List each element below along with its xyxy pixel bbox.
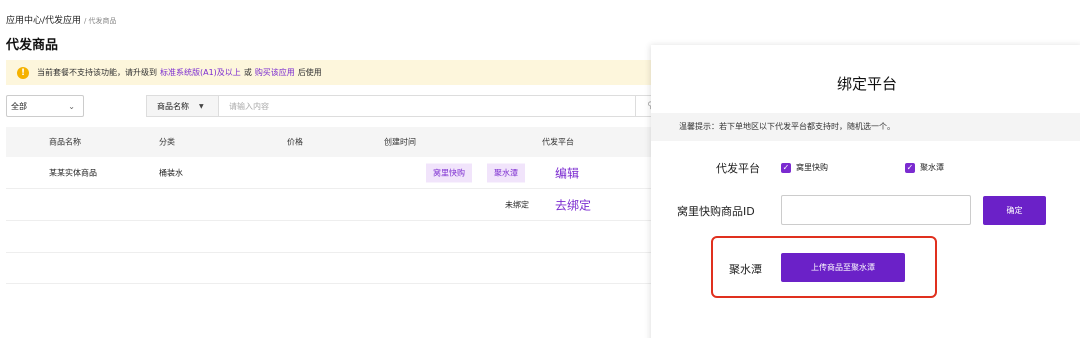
table-header: 商品名称 分类 价格 创建时间 代发平台 — [6, 127, 666, 157]
page-title: 代发商品 — [6, 38, 59, 53]
upgrade-plan-link[interactable]: 标准系统版(A1)及以上 — [160, 67, 241, 78]
warning-icon: ! — [17, 66, 29, 79]
product-id-input[interactable] — [781, 195, 971, 225]
category-filter-select[interactable]: 全部 ⌄ — [6, 95, 84, 117]
col-header-created: 创建时间 — [384, 137, 416, 147]
breadcrumb-current: / 代发商品 — [83, 17, 117, 25]
upload-to-jushuitan-button[interactable]: 上传商品至聚水潭 — [781, 253, 905, 282]
jushuitan-label: 聚水潭 — [729, 263, 762, 276]
edit-link[interactable]: 编辑 — [555, 165, 579, 182]
search-field-value: 商品名称 — [157, 101, 189, 111]
bind-link[interactable]: 去绑定 — [555, 197, 591, 214]
bind-platform-dialog: 绑定平台 温馨提示：若下单地区以下代发平台都支持时，随机选一个。 代发平台 ✓ … — [651, 45, 1080, 338]
caret-down-icon: ▼ — [199, 102, 204, 110]
breadcrumb-proxy-apps[interactable]: /代发应用 — [42, 16, 81, 26]
checkbox-label: 聚水潭 — [920, 163, 944, 172]
checkbox-label: 窝里快购 — [796, 163, 828, 172]
search-bar: 商品名称 ▼ 请输入内容 ⚲ — [146, 95, 666, 117]
search-field-select[interactable]: 商品名称 ▼ — [147, 96, 219, 116]
table-row-empty — [6, 222, 666, 253]
col-header-name: 商品名称 — [49, 137, 81, 147]
checkbox-wolikuaigou[interactable]: ✓ 窝里快购 — [781, 162, 828, 173]
notice-text-before: 当前套餐不支持该功能，请升级到 — [37, 68, 157, 77]
notice-text-after: 后使用 — [297, 68, 322, 77]
dialog-title: 绑定平台 — [836, 75, 897, 93]
table-row: 未绑定 去绑定 — [6, 190, 666, 221]
col-header-platform: 代发平台 — [542, 137, 574, 147]
breadcrumb-app-center[interactable]: 应用中心 — [6, 16, 42, 26]
upgrade-notice: ! 当前套餐不支持该功能，请升级到 标准系统版(A1)及以上 或 购买该应用 后… — [6, 60, 686, 85]
table-row-empty — [6, 253, 666, 284]
platform-tag-wolikuaigou: 窝里快购 — [426, 163, 472, 183]
platform-tag-jushuitan: 聚水潭 — [487, 163, 525, 183]
checkmark-icon: ✓ — [781, 162, 791, 173]
col-header-price: 价格 — [287, 137, 303, 147]
product-id-label: 窝里快购商品ID — [677, 205, 755, 218]
product-category: 桶装水 — [159, 168, 183, 178]
platform-label: 代发平台 — [716, 162, 760, 175]
product-name: 某某实体商品 — [49, 168, 97, 178]
notice-text-mid: 或 — [243, 68, 252, 77]
breadcrumb: 应用中心/代发应用 / 代发商品 — [6, 13, 117, 26]
dialog-tip: 温馨提示：若下单地区以下代发平台都支持时，随机选一个。 — [651, 113, 1080, 141]
checkmark-icon: ✓ — [905, 162, 915, 173]
table-row: 某某实体商品 桶装水 窝里快购 聚水潭 编辑 — [6, 158, 666, 189]
category-filter-value: 全部 — [11, 101, 27, 111]
confirm-button[interactable]: 确定 — [983, 196, 1046, 225]
chevron-down-icon: ⌄ — [68, 101, 75, 111]
col-header-category: 分类 — [159, 137, 175, 147]
checkbox-jushuitan[interactable]: ✓ 聚水潭 — [905, 162, 944, 173]
binding-status: 未绑定 — [505, 200, 529, 210]
search-input[interactable]: 请输入内容 — [219, 101, 269, 112]
buy-app-link[interactable]: 购买该应用 — [255, 67, 295, 78]
